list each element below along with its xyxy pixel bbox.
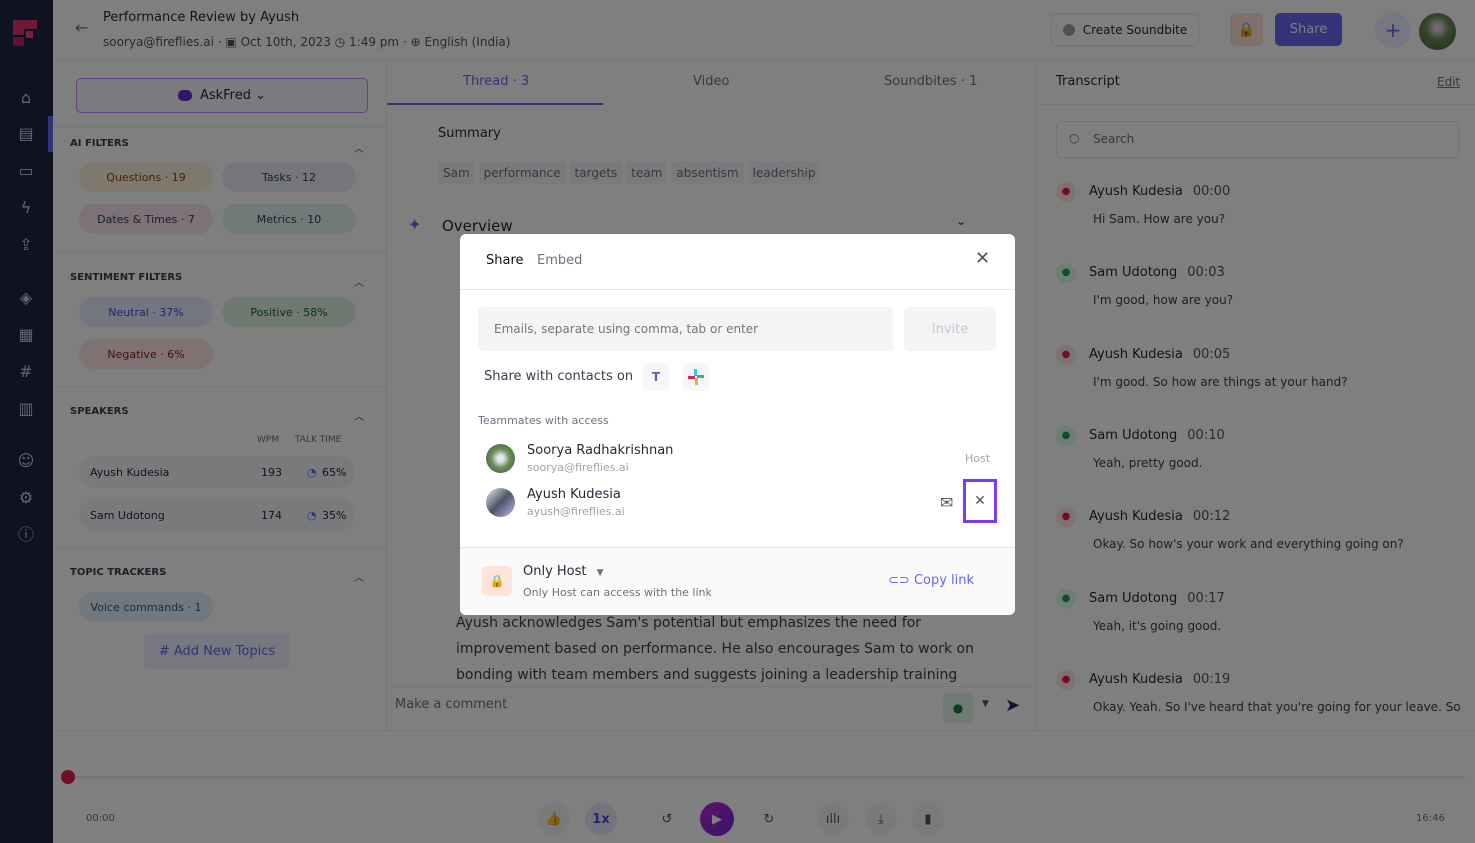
slack-icon[interactable]: [682, 363, 710, 391]
avatar: [486, 444, 515, 473]
link-icon: ⊂⊃: [888, 573, 910, 588]
teammate-name: Ayush Kudesia: [527, 487, 621, 502]
link-access-footer: 🔒 Only Host ▼ Only Host can access with …: [460, 547, 1015, 615]
email-input[interactable]: [478, 307, 893, 351]
teams-icon[interactable]: T: [642, 363, 670, 391]
divider: [460, 289, 1015, 290]
share-modal: Share Embed ✕ Invite Share with contacts…: [460, 234, 1015, 615]
host-badge: Host: [965, 452, 991, 465]
teammate-email: ayush@fireflies.ai: [527, 505, 625, 518]
lock-icon: 🔒: [482, 566, 512, 596]
teammate-name: Soorya Radhakrishnan: [527, 443, 674, 458]
access-description: Only Host can access with the link: [523, 586, 712, 599]
teammates-heading: Teammates with access: [478, 414, 609, 427]
access-dropdown[interactable]: Only Host ▼: [523, 564, 604, 579]
close-icon[interactable]: ✕: [975, 248, 990, 269]
caret-down-icon: ▼: [596, 568, 604, 578]
mail-icon[interactable]: ✉: [940, 493, 953, 512]
invite-button[interactable]: Invite: [904, 307, 996, 351]
remove-teammate-button[interactable]: ✕: [963, 479, 997, 523]
share-contacts-label: Share with contacts on: [484, 369, 634, 384]
tab-share[interactable]: Share: [486, 253, 524, 268]
avatar: [486, 488, 515, 517]
teammate-email: soorya@fireflies.ai: [527, 461, 629, 474]
copy-link-button[interactable]: ⊂⊃ Copy link: [888, 573, 974, 588]
tab-embed[interactable]: Embed: [537, 253, 582, 268]
